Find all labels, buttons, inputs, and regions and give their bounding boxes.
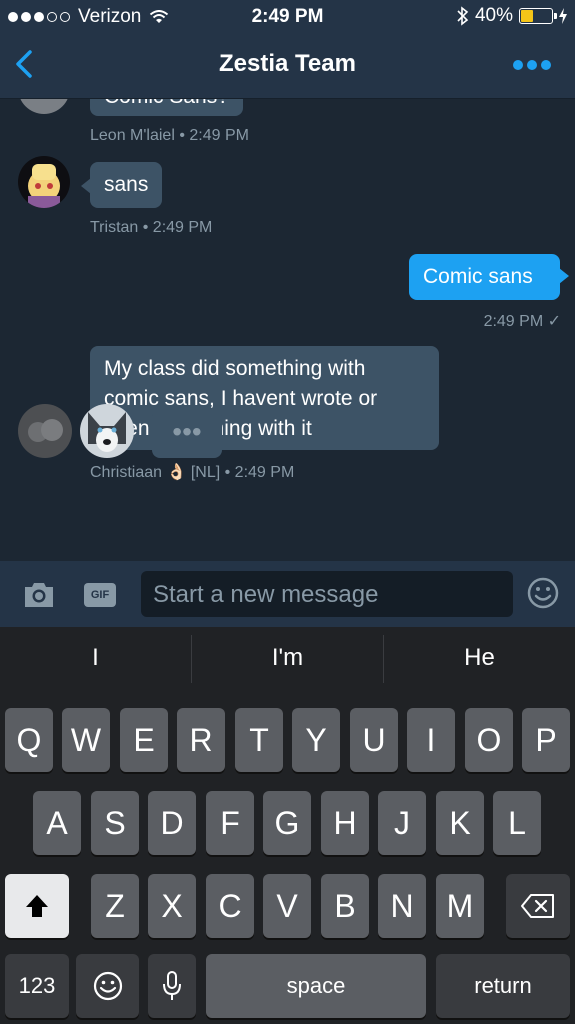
key-w[interactable]: W — [62, 708, 110, 772]
typing-indicator: ••• — [152, 408, 222, 458]
key-c[interactable]: C — [206, 874, 254, 938]
message-meta-christiaan: Christiaan 👌🏻 [NL] • 2:49 PM — [90, 464, 295, 481]
message-bubble-christiaan[interactable]: My class did something with comic sans, … — [90, 346, 439, 450]
key-o[interactable]: O — [465, 708, 513, 772]
key-x[interactable]: X — [148, 874, 196, 938]
key-p[interactable]: P — [522, 708, 570, 772]
suggestion-1[interactable]: I — [0, 627, 191, 691]
key-t[interactable]: T — [235, 708, 283, 772]
message-bubble-comic-sans[interactable]: Comic sans — [409, 254, 560, 300]
key-u[interactable]: U — [350, 708, 398, 772]
message-line: My class did something with — [104, 357, 366, 380]
key-v[interactable]: V — [263, 874, 311, 938]
nav-bar: Zestia Team — [0, 34, 575, 98]
app: Comic Sans? Leon M'laiel • 2:49 PM sans … — [0, 0, 575, 1024]
key-i[interactable]: I — [407, 708, 455, 772]
emoji-icon[interactable] — [527, 577, 559, 609]
key-q[interactable]: Q — [5, 708, 53, 772]
backspace-key[interactable] — [506, 874, 570, 938]
bluetooth-icon — [457, 6, 469, 26]
message-meta-outgoing: 2:49 PM ✓ — [483, 313, 561, 330]
key-z[interactable]: Z — [91, 874, 139, 938]
bubble-tail — [559, 268, 569, 284]
more-options-icon[interactable] — [513, 60, 551, 70]
suggestion-3[interactable]: He — [384, 627, 575, 691]
top-bar: Verizon 2:49 PM 40% Zestia Team — [0, 0, 575, 99]
key-m[interactable]: M — [436, 874, 484, 938]
return-key[interactable]: return — [436, 954, 570, 1018]
emoji-face-icon — [93, 971, 122, 1001]
battery-percent: 40% — [474, 5, 513, 26]
suggestion-bar: I I'm He — [0, 627, 575, 691]
message-bubble-sans[interactable]: sans — [90, 162, 163, 208]
status-bar: Verizon 2:49 PM 40% — [0, 0, 575, 34]
message-meta-tristan: Tristan • 2:49 PM — [90, 219, 213, 236]
avatar-christiaan[interactable] — [18, 404, 72, 458]
status-right: 40% — [457, 5, 567, 27]
key-r[interactable]: R — [177, 708, 225, 772]
conversation-title: Zestia Team — [219, 50, 356, 77]
key-k[interactable]: K — [436, 791, 484, 855]
key-y[interactable]: Y — [292, 708, 340, 772]
avatar-tristan[interactable] — [18, 156, 70, 208]
microphone-icon — [163, 971, 181, 1000]
dictation-key[interactable] — [148, 954, 196, 1018]
message-meta-leon: Leon M'laiel • 2:49 PM — [90, 127, 249, 144]
emoji-keyboard-key[interactable] — [76, 954, 139, 1018]
keyboard: I I'm He Q W E R T Y U I O P A S D F G H… — [0, 627, 575, 1024]
key-n[interactable]: N — [378, 874, 426, 938]
message-text-sans: sans — [104, 173, 149, 196]
numbers-key[interactable]: 123 — [5, 954, 69, 1018]
key-a[interactable]: A — [33, 791, 81, 855]
composer: GIF Start a new message — [0, 561, 575, 627]
key-g[interactable]: G — [263, 791, 311, 855]
message-line: comic sans, I havent wrote or — [104, 387, 378, 410]
charging-icon — [559, 8, 567, 24]
shift-arrow-icon — [26, 895, 48, 917]
key-h[interactable]: H — [321, 791, 369, 855]
message-text-comic-sans: Comic sans — [423, 265, 533, 288]
shift-key[interactable] — [5, 874, 69, 938]
key-b[interactable]: B — [321, 874, 369, 938]
backspace-icon — [521, 894, 554, 918]
suggestion-2[interactable]: I'm — [192, 627, 383, 691]
avatar-husky[interactable] — [80, 404, 134, 458]
space-key[interactable]: space — [206, 954, 426, 1018]
key-f[interactable]: F — [206, 791, 254, 855]
gif-button[interactable]: GIF — [84, 583, 116, 607]
key-j[interactable]: J — [378, 791, 426, 855]
key-e[interactable]: E — [120, 708, 168, 772]
camera-icon[interactable] — [22, 581, 56, 609]
key-l[interactable]: L — [493, 791, 541, 855]
battery-icon — [519, 8, 557, 24]
message-input[interactable]: Start a new message — [141, 571, 513, 617]
key-d[interactable]: D — [148, 791, 196, 855]
key-s[interactable]: S — [91, 791, 139, 855]
